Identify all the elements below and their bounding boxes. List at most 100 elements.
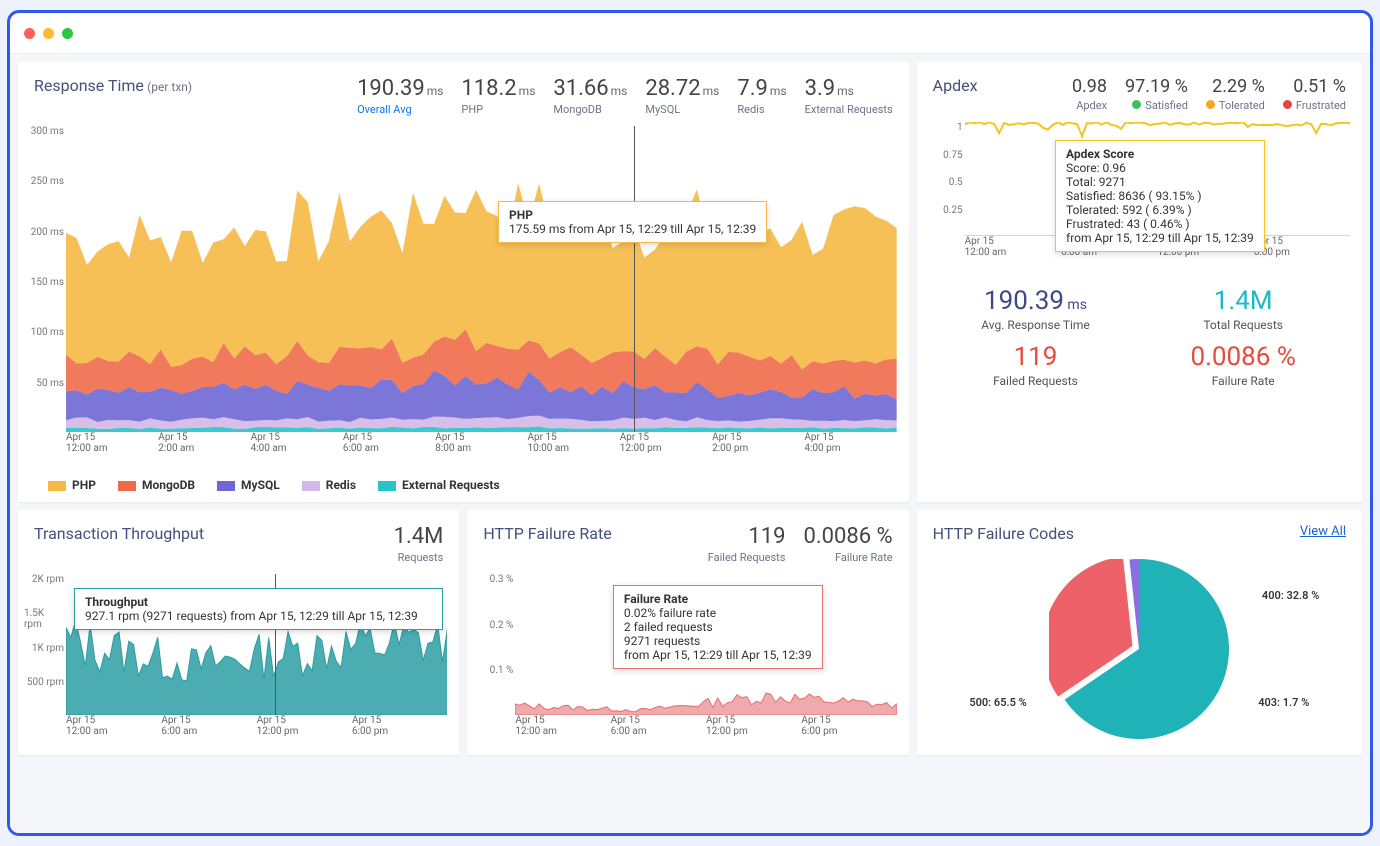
metric-label: Tolerated bbox=[1206, 99, 1265, 112]
metric-label: Frustrated bbox=[1283, 99, 1346, 112]
tooltip-line: 175.59 ms from Apr 15, 12:29 till Apr 15… bbox=[509, 222, 756, 236]
row-two: Transaction Throughput 1.4M Requests 2K … bbox=[18, 510, 909, 755]
dashboard-content: Response Time (per txn) 190.39ms Overall… bbox=[10, 54, 1370, 833]
y-tick: 300 ms bbox=[31, 126, 64, 137]
metric-label: Apdex bbox=[1072, 99, 1107, 112]
metric-label: External Requests bbox=[805, 103, 893, 116]
card-response-time: Response Time (per txn) 190.39ms Overall… bbox=[18, 62, 909, 502]
x-tick: Apr 158:00 am bbox=[435, 432, 527, 468]
card-title: HTTP Failure Codes bbox=[933, 524, 1074, 543]
metric-label: PHP bbox=[461, 103, 535, 116]
x-tick: Apr 156:00 am bbox=[343, 432, 435, 468]
metric-unit: ms bbox=[837, 84, 854, 98]
summary-value: 119 bbox=[937, 342, 1135, 372]
card-title: Apdex bbox=[933, 76, 978, 95]
legend-item[interactable]: MySQL bbox=[217, 478, 280, 492]
window-max-dot[interactable] bbox=[62, 28, 73, 39]
metric-unit: ms bbox=[703, 84, 720, 98]
chart-response-time[interactable]: 300 ms250 ms200 ms150 ms100 ms50 ms PHP … bbox=[30, 126, 897, 468]
x-tick: Apr 1510:00 am bbox=[527, 432, 619, 468]
legend-item[interactable]: PHP bbox=[48, 478, 96, 492]
card-title: Transaction Throughput bbox=[34, 524, 204, 543]
chart-tooltip: Failure Rate0.02% failure rate2 failed r… bbox=[613, 585, 823, 669]
window-min-dot[interactable] bbox=[43, 28, 54, 39]
chart-cursor bbox=[634, 126, 635, 432]
metric-value: 97.19 % bbox=[1125, 76, 1188, 97]
chart-tooltip: Apdex ScoreScore: 0.96Total: 9271Satisfi… bbox=[1055, 140, 1265, 252]
tooltip-title: PHP bbox=[509, 208, 533, 222]
x-tick: Apr 152:00 pm bbox=[712, 432, 804, 468]
metric-label: Overall Avg bbox=[357, 103, 443, 116]
pie-chart[interactable]: 400: 32.8 % 403: 1.7 % 500: 65.5 % bbox=[1049, 559, 1229, 739]
y-tick: 1K rpm bbox=[32, 643, 64, 654]
summary-cell: 119 Failed Requests bbox=[937, 342, 1135, 388]
legend-item[interactable]: Redis bbox=[302, 478, 356, 492]
y-tick: 50 ms bbox=[36, 378, 64, 389]
summary-value: 0.0086 % bbox=[1144, 342, 1342, 372]
x-tick: Apr 156:00 pm bbox=[352, 715, 447, 751]
summary-value: 190.39 ms bbox=[937, 286, 1135, 316]
summary-grid: 190.39 ms Avg. Response Time 1.4M Total … bbox=[917, 276, 1362, 398]
x-tick: Apr 156:00 am bbox=[611, 715, 706, 751]
legend-item[interactable]: External Requests bbox=[378, 478, 500, 492]
chart-failure-rate[interactable]: 0.3 %0.2 %0.1 % Failure Rate0.02% failur… bbox=[479, 574, 896, 751]
summary-cell: 190.39 ms Avg. Response Time bbox=[937, 286, 1135, 332]
metric: 0.98 Apdex bbox=[1072, 76, 1107, 112]
y-axis: 300 ms250 ms200 ms150 ms100 ms50 ms bbox=[24, 126, 70, 428]
chart-legend: PHP MongoDB MySQL Redis External Requests bbox=[18, 472, 909, 502]
metric-value: 190.39 bbox=[357, 76, 425, 101]
chart-tooltip: PHP 175.59 ms from Apr 15, 12:29 till Ap… bbox=[498, 201, 767, 243]
metric-unit: ms bbox=[427, 84, 444, 98]
x-axis: Apr 1512:00 amApr 152:00 amApr 154:00 am… bbox=[66, 432, 897, 468]
metric: 1.4M Requests bbox=[394, 524, 444, 564]
metric-unit: ms bbox=[611, 84, 628, 98]
metric: 119 Failed Requests bbox=[708, 524, 786, 564]
summary-label: Avg. Response Time bbox=[937, 318, 1135, 332]
metric: 0.51 % Frustrated bbox=[1283, 76, 1346, 112]
y-tick: 0.25 bbox=[943, 205, 963, 216]
plot-area bbox=[66, 126, 897, 432]
x-axis: Apr 1512:00 amApr 156:00 amApr 1512:00 p… bbox=[515, 715, 896, 751]
tooltip-line: 927.1 rpm (9271 requests) from Apr 15, 1… bbox=[85, 609, 418, 623]
card-failure-rate: HTTP Failure Rate 119 Failed Requests 0.… bbox=[467, 510, 908, 755]
y-tick: 0.5 bbox=[949, 177, 963, 188]
x-tick: Apr 1512:00 am bbox=[66, 715, 161, 751]
card-apdex: Apdex 0.98 Apdex 97.19 % Satisfied 2.29 … bbox=[917, 62, 1362, 502]
x-tick: Apr 1512:00 am bbox=[965, 236, 1061, 272]
chart-apdex[interactable]: 10.750.50.25 Apdex ScoreScore: 0.96Total… bbox=[929, 122, 1350, 272]
card-failure-codes: HTTP Failure Codes View All 400: 32.8 % … bbox=[917, 510, 1362, 755]
y-axis: 2K rpm1.5K rpm1K rpm500 rpm bbox=[24, 574, 70, 711]
metric-group: 190.39ms Overall Avg 118.2ms PHP 31.66ms… bbox=[357, 76, 893, 116]
pie-label: 403: 1.7 % bbox=[1258, 696, 1309, 709]
y-tick: 0.3 % bbox=[490, 574, 514, 585]
y-tick: 2K rpm bbox=[32, 574, 64, 585]
metric-label: MongoDB bbox=[553, 103, 627, 116]
card-subtitle: (per txn) bbox=[147, 80, 192, 94]
chart-throughput[interactable]: 2K rpm1.5K rpm1K rpm500 rpm Throughput 9… bbox=[30, 574, 447, 751]
y-tick: 500 rpm bbox=[27, 677, 64, 688]
metric: 118.2ms PHP bbox=[461, 76, 535, 116]
pie-label: 500: 65.5 % bbox=[969, 696, 1026, 709]
x-tick: Apr 1512:00 pm bbox=[620, 432, 712, 468]
x-tick: Apr 156:00 pm bbox=[801, 715, 896, 751]
x-tick: Apr 1512:00 am bbox=[515, 715, 610, 751]
metric: 28.72ms MySQL bbox=[645, 76, 719, 116]
x-tick: Apr 154:00 am bbox=[251, 432, 343, 468]
legend-item[interactable]: MongoDB bbox=[118, 478, 195, 492]
metric-value: 7.9 bbox=[737, 76, 768, 101]
y-tick: 0.1 % bbox=[490, 665, 514, 676]
metric: 97.19 % Satisfied bbox=[1125, 76, 1188, 112]
metric: 190.39ms Overall Avg bbox=[357, 76, 443, 116]
view-all-link[interactable]: View All bbox=[1300, 524, 1346, 539]
x-tick: Apr 1512:00 pm bbox=[257, 715, 352, 751]
metric-label: MySQL bbox=[645, 103, 719, 116]
metric-value: 2.29 % bbox=[1212, 76, 1265, 97]
card-throughput: Transaction Throughput 1.4M Requests 2K … bbox=[18, 510, 459, 755]
window-close-dot[interactable] bbox=[24, 28, 35, 39]
card-title: HTTP Failure Rate bbox=[483, 524, 611, 543]
summary-cell: 1.4M Total Requests bbox=[1144, 286, 1342, 332]
y-tick: 250 ms bbox=[31, 176, 64, 187]
metric-unit: ms bbox=[770, 84, 787, 98]
metric-label: Failed Requests bbox=[708, 551, 786, 564]
titlebar bbox=[10, 13, 1370, 54]
